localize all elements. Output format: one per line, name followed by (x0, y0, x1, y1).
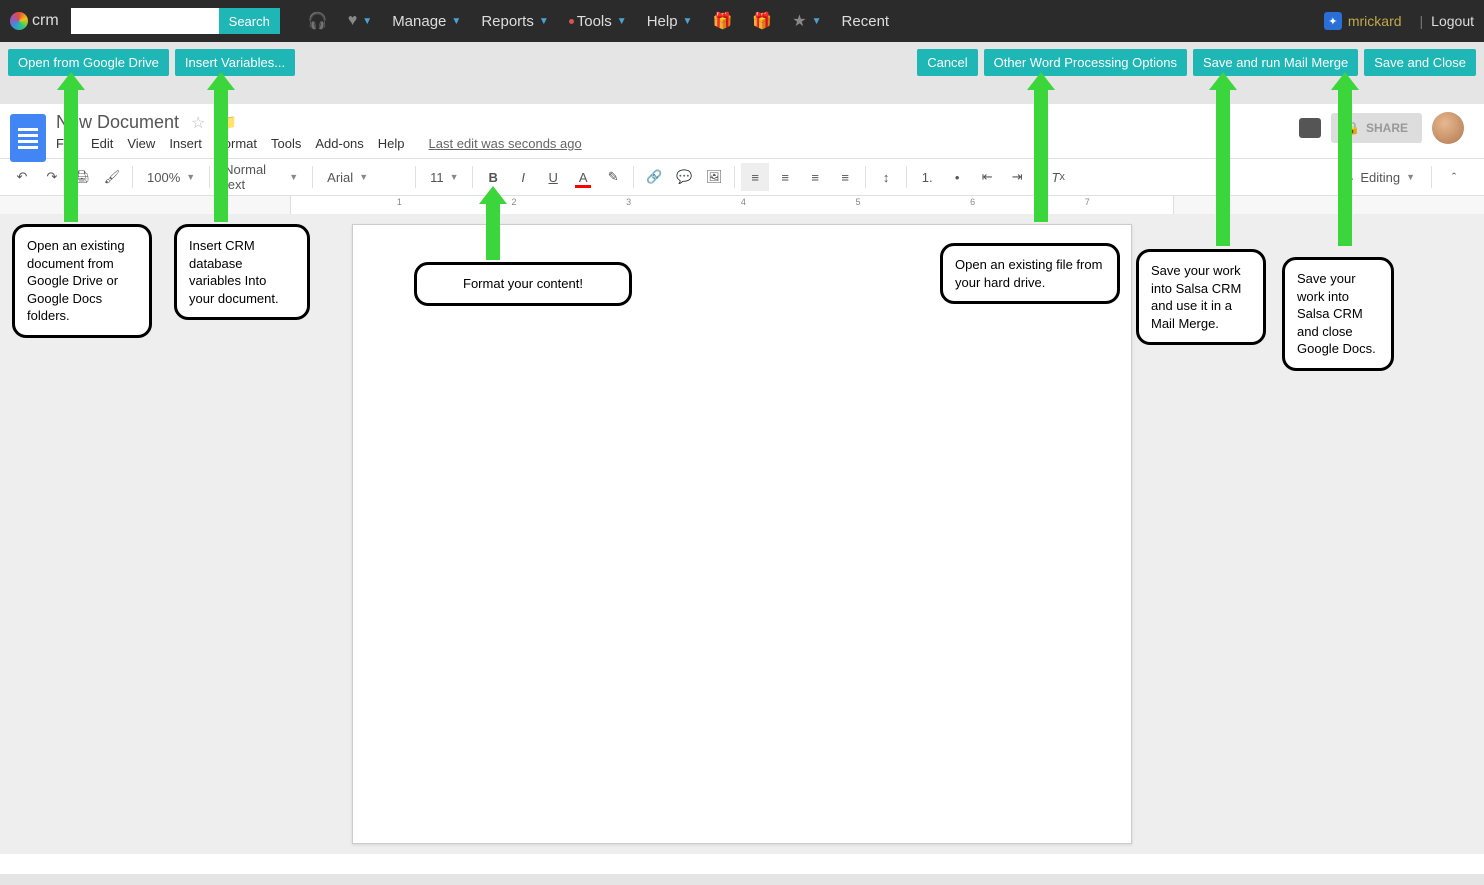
search-button[interactable]: Search (219, 8, 280, 34)
line-spacing-icon[interactable]: ↕ (872, 163, 900, 191)
cancel-button[interactable]: Cancel (917, 49, 977, 76)
gift-icon-1[interactable]: 🎁 (702, 0, 742, 42)
save-close-button[interactable]: Save and Close (1364, 49, 1476, 76)
last-edit-text[interactable]: Last edit was seconds ago (429, 136, 582, 151)
crm-logo: crm (10, 12, 59, 30)
divider: | (1420, 13, 1424, 29)
user-avatar[interactable] (1432, 112, 1464, 144)
indent-icon[interactable]: ⇥ (1003, 163, 1031, 191)
logout-link[interactable]: Logout (1431, 13, 1474, 29)
nav-manage[interactable]: Manage▼ (382, 0, 471, 42)
callout-format: Format your content! (414, 262, 632, 306)
username: mrickard (1348, 13, 1402, 29)
style-value: Normal text (224, 162, 283, 192)
nav-help-label: Help (647, 13, 678, 30)
ruler-2: 2 (512, 197, 517, 207)
callout-save-close: Save your work into Salsa CRM and close … (1282, 257, 1394, 371)
ruler-4: 4 (741, 197, 746, 207)
align-right-icon[interactable]: ≡ (801, 163, 829, 191)
paint-format-icon[interactable]: 🖌 (98, 163, 126, 191)
underline-icon[interactable]: U (539, 163, 567, 191)
gift-icon-2[interactable]: 🎁 (742, 0, 782, 42)
docs-menu-bar: File Edit View Insert Format Tools Add-o… (56, 136, 582, 151)
ruler-5: 5 (855, 197, 860, 207)
nav-recent[interactable]: Recent (832, 0, 900, 42)
style-dropdown[interactable]: Normal text▼ (216, 163, 306, 191)
ruler-3: 3 (626, 197, 631, 207)
crm-logo-text: crm (32, 12, 59, 30)
ruler-6: 6 (970, 197, 975, 207)
crm-top-bar: crm Search 🎧 ♥▼ Manage▼ Reports▼ Tools▼ … (0, 0, 1484, 42)
redo-icon[interactable]: ↷ (38, 163, 66, 191)
collapse-toolbar-icon[interactable]: ˆ (1440, 163, 1468, 191)
document-page[interactable] (352, 224, 1132, 844)
favorites-menu[interactable]: ♥▼ (338, 0, 382, 42)
crm-logo-icon (10, 12, 28, 30)
star-icon[interactable]: ☆ (191, 113, 205, 133)
menu-help[interactable]: Help (378, 136, 405, 151)
fontsize-value: 11 (430, 170, 444, 185)
arrow-2 (214, 86, 228, 222)
arrow-6 (1338, 86, 1352, 246)
star-menu[interactable]: ★▼ (782, 0, 831, 42)
nav-recent-label: Recent (842, 13, 890, 30)
user-badge-icon: ✦ (1324, 12, 1342, 30)
nav-tools[interactable]: Tools▼ (559, 0, 637, 42)
menu-view[interactable]: View (127, 136, 155, 151)
headphones-icon[interactable]: 🎧 (298, 0, 338, 42)
ruler-7: 7 (1085, 197, 1090, 207)
nav-reports[interactable]: Reports▼ (471, 0, 558, 42)
nav-tools-label: Tools (577, 13, 612, 30)
insert-variables-button[interactable]: Insert Variables... (175, 49, 295, 76)
italic-icon[interactable]: I (509, 163, 537, 191)
callout-save-merge: Save your work into Salsa CRM and use it… (1136, 249, 1266, 345)
arrow-4 (1034, 86, 1048, 222)
editing-label: Editing (1360, 170, 1400, 185)
arrow-5 (1216, 86, 1230, 246)
callout-open-drive: Open an existing document from Google Dr… (12, 224, 152, 338)
clear-format-icon[interactable]: Tx (1044, 163, 1072, 191)
docs-app-icon[interactable] (10, 114, 46, 162)
callout-insert-vars: Insert CRM database variables Into your … (174, 224, 310, 320)
callout-open-file: Open an existing file from your hard dri… (940, 243, 1120, 304)
other-wp-button[interactable]: Other Word Processing Options (984, 49, 1187, 76)
undo-icon[interactable]: ↶ (8, 163, 36, 191)
search-box: Search (71, 8, 280, 34)
image-icon[interactable]: 🖼 (700, 163, 728, 191)
outdent-icon[interactable]: ⇤ (973, 163, 1001, 191)
comment-icon[interactable]: 💬 (670, 163, 698, 191)
align-center-icon[interactable]: ≡ (771, 163, 799, 191)
comments-icon[interactable] (1299, 118, 1321, 138)
menu-edit[interactable]: Edit (91, 136, 113, 151)
menu-tools[interactable]: Tools (271, 136, 301, 151)
zoom-value: 100% (147, 170, 180, 185)
nav-help[interactable]: Help▼ (637, 0, 703, 42)
arrow-3 (486, 200, 500, 260)
menu-addons[interactable]: Add-ons (315, 136, 363, 151)
fontsize-dropdown[interactable]: 11▼ (422, 163, 466, 191)
link-icon[interactable]: 🔗 (640, 163, 668, 191)
share-label: SHARE (1366, 121, 1408, 135)
align-left-icon[interactable]: ≡ (741, 163, 769, 191)
menu-insert[interactable]: Insert (169, 136, 202, 151)
text-color-icon[interactable]: A (569, 163, 597, 191)
zoom-dropdown[interactable]: 100%▼ (139, 163, 203, 191)
align-justify-icon[interactable]: ≡ (831, 163, 859, 191)
font-dropdown[interactable]: Arial▼ (319, 163, 409, 191)
arrow-1 (64, 86, 78, 222)
font-value: Arial (327, 170, 353, 185)
open-from-drive-button[interactable]: Open from Google Drive (8, 49, 169, 76)
nav-reports-label: Reports (481, 13, 534, 30)
ruler-1: 1 (397, 197, 402, 207)
numbered-list-icon[interactable]: 1. (913, 163, 941, 191)
bullet-list-icon[interactable]: • (943, 163, 971, 191)
search-input[interactable] (71, 8, 219, 34)
nav-manage-label: Manage (392, 13, 446, 30)
highlight-icon[interactable]: ✎ (599, 163, 627, 191)
